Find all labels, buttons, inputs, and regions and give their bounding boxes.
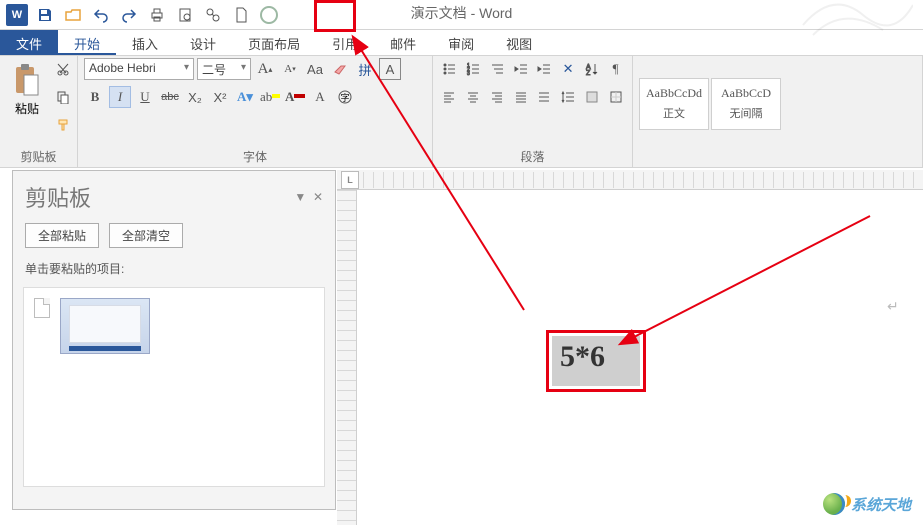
clipboard-items-list bbox=[23, 287, 325, 487]
find-replace-icon[interactable] bbox=[200, 2, 226, 28]
underline-button[interactable]: U bbox=[134, 86, 156, 108]
custom-circle-tool[interactable] bbox=[256, 2, 282, 28]
distribute-icon[interactable] bbox=[534, 86, 555, 108]
document-title: 演示文档 - Word bbox=[411, 3, 513, 23]
document-page[interactable]: 5*6 ↵ bbox=[377, 206, 897, 526]
paragraph-mark-icon: ↵ bbox=[887, 298, 899, 315]
save-icon[interactable] bbox=[32, 2, 58, 28]
align-justify-icon[interactable] bbox=[510, 86, 531, 108]
clipboard-hint: 单击要粘贴的项目: bbox=[13, 256, 335, 281]
tab-file[interactable]: 文件 bbox=[0, 30, 58, 55]
numbering-icon[interactable]: 123 bbox=[463, 58, 484, 80]
new-doc-icon[interactable] bbox=[228, 2, 254, 28]
enclose-char-icon[interactable]: 字 bbox=[334, 86, 356, 108]
text-effects-icon[interactable]: A▾ bbox=[234, 86, 256, 108]
clear-all-button[interactable]: 全部清空 bbox=[109, 223, 183, 248]
strikethrough-button[interactable]: abc bbox=[159, 86, 181, 108]
borders-icon[interactable] bbox=[605, 86, 626, 108]
open-icon[interactable] bbox=[60, 2, 86, 28]
horizontal-ruler[interactable]: L bbox=[337, 170, 923, 190]
show-marks-icon[interactable]: ¶ bbox=[605, 58, 626, 80]
svg-text:字: 字 bbox=[340, 92, 349, 103]
document-area: L 5*6 ↵ bbox=[337, 170, 923, 525]
group-styles: AaBbCcDd 正文 AaBbCcD 无间隔 bbox=[633, 56, 923, 167]
tab-home[interactable]: 开始 bbox=[58, 30, 116, 55]
selected-text: 5*6 bbox=[552, 336, 640, 378]
clipboard-item[interactable] bbox=[24, 288, 324, 364]
increase-indent-icon[interactable] bbox=[534, 58, 555, 80]
style-no-spacing[interactable]: AaBbCcD 无间隔 bbox=[711, 78, 781, 130]
vertical-ruler[interactable] bbox=[337, 190, 357, 525]
asian-layout-icon[interactable]: ✕ bbox=[558, 58, 579, 80]
clip-screenshot-thumb bbox=[60, 298, 150, 354]
group-clipboard: 粘贴 剪贴板 bbox=[0, 56, 78, 167]
undo-icon[interactable] bbox=[88, 2, 114, 28]
clip-page-icon bbox=[34, 298, 50, 318]
cut-icon[interactable] bbox=[52, 58, 74, 80]
tab-mailings[interactable]: 邮件 bbox=[374, 30, 432, 55]
watermark: 系统天地 bbox=[823, 493, 911, 515]
tab-design[interactable]: 设计 bbox=[174, 30, 232, 55]
subscript-button[interactable]: X₂ bbox=[184, 86, 206, 108]
pane-dropdown-icon[interactable]: ▼ bbox=[294, 190, 306, 204]
shading-icon[interactable] bbox=[582, 86, 603, 108]
grow-font-icon[interactable]: A▴ bbox=[254, 58, 276, 80]
globe-icon bbox=[823, 493, 845, 515]
clear-format-icon[interactable] bbox=[329, 58, 351, 80]
align-right-icon[interactable] bbox=[487, 86, 508, 108]
print-icon[interactable] bbox=[144, 2, 170, 28]
pane-close-icon[interactable]: ✕ bbox=[313, 190, 323, 204]
tab-review[interactable]: 审阅 bbox=[432, 30, 490, 55]
font-color-icon[interactable]: A bbox=[284, 86, 306, 108]
tab-layout[interactable]: 页面布局 bbox=[232, 30, 316, 55]
ribbon-tabs: 文件 开始 插入 设计 页面布局 引用 邮件 审阅 视图 bbox=[0, 30, 923, 56]
paste-icon bbox=[10, 62, 44, 98]
change-case-icon[interactable]: Aa bbox=[304, 58, 326, 80]
align-center-icon[interactable] bbox=[463, 86, 484, 108]
paste-button[interactable]: 粘贴 bbox=[6, 58, 48, 121]
font-size-select[interactable]: 二号 bbox=[197, 58, 251, 80]
char-shading-icon[interactable]: A bbox=[309, 86, 331, 108]
group-paragraph: 123 ✕ AZ ¶ 段落 bbox=[433, 56, 633, 167]
multilevel-list-icon[interactable] bbox=[487, 58, 508, 80]
word-app-icon[interactable]: W bbox=[4, 2, 30, 28]
highlight-color-icon[interactable]: ab bbox=[259, 86, 281, 108]
italic-button[interactable]: I bbox=[109, 86, 131, 108]
sort-icon[interactable]: AZ bbox=[582, 58, 603, 80]
bullets-icon[interactable] bbox=[439, 58, 460, 80]
group-font: Adobe Hebri 二号 A▴ A▾ Aa 拼 A B I U abc X₂… bbox=[78, 56, 433, 167]
align-left-icon[interactable] bbox=[439, 86, 460, 108]
char-border-icon[interactable]: A bbox=[379, 58, 401, 80]
svg-text:3: 3 bbox=[467, 71, 470, 76]
decrease-indent-icon[interactable] bbox=[510, 58, 531, 80]
phonetic-guide-icon[interactable]: 拼 bbox=[354, 58, 376, 80]
copy-icon[interactable] bbox=[52, 86, 74, 108]
shrink-font-icon[interactable]: A▾ bbox=[279, 58, 301, 80]
selected-text-box[interactable]: 5*6 bbox=[552, 336, 640, 386]
line-spacing-icon[interactable] bbox=[558, 86, 579, 108]
clipboard-pane: 剪贴板 ▼ ✕ 全部粘贴 全部清空 单击要粘贴的项目: bbox=[12, 170, 336, 510]
tab-stop-selector[interactable]: L bbox=[341, 171, 359, 189]
format-painter-icon[interactable] bbox=[52, 114, 74, 136]
svg-text:Z: Z bbox=[586, 70, 591, 76]
superscript-button[interactable]: X² bbox=[209, 86, 231, 108]
tab-insert[interactable]: 插入 bbox=[116, 30, 174, 55]
style-normal[interactable]: AaBbCcDd 正文 bbox=[639, 78, 709, 130]
quick-access-toolbar: W bbox=[0, 2, 282, 28]
tab-view[interactable]: 视图 bbox=[490, 30, 548, 55]
redo-icon[interactable] bbox=[116, 2, 142, 28]
tab-references[interactable]: 引用 bbox=[316, 30, 374, 55]
clipboard-pane-title: 剪贴板 ▼ ✕ bbox=[13, 171, 335, 223]
bold-button[interactable]: B bbox=[84, 86, 106, 108]
paste-all-button[interactable]: 全部粘贴 bbox=[25, 223, 99, 248]
print-preview-icon[interactable] bbox=[172, 2, 198, 28]
ribbon: 粘贴 剪贴板 Adobe Hebri 二号 A▴ A▾ Aa 拼 A bbox=[0, 56, 923, 168]
font-family-select[interactable]: Adobe Hebri bbox=[84, 58, 194, 80]
title-bar: W 演示文档 - Word bbox=[0, 0, 923, 30]
